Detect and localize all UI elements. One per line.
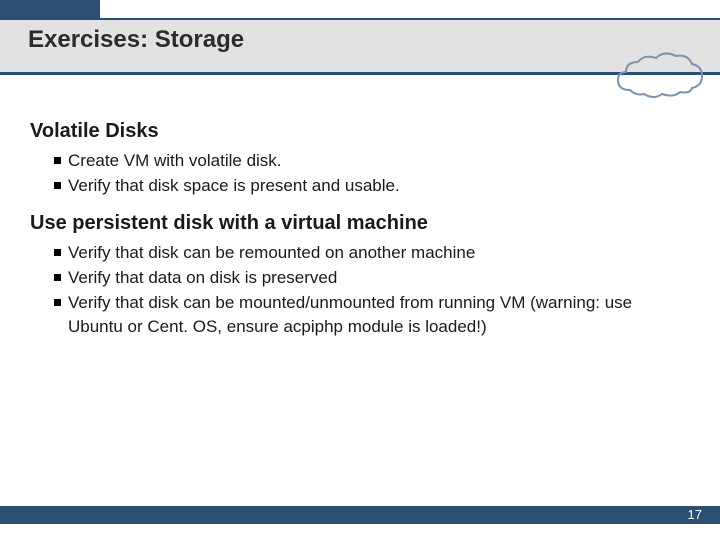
cloud-icon — [610, 50, 710, 100]
section-heading-2: Use persistent disk with a virtual machi… — [30, 212, 680, 235]
list-item: Verify that disk can be remounted on ano… — [54, 241, 680, 266]
list-item: Verify that disk space is present and us… — [54, 174, 680, 199]
content-area: Volatile Disks Create VM with volatile d… — [30, 108, 680, 354]
slide-title: Exercises: Storage — [28, 26, 244, 54]
bullet-list-2: Verify that disk can be remounted on ano… — [30, 241, 680, 340]
list-item: Create VM with volatile disk. — [54, 149, 680, 174]
top-accent-tab — [0, 0, 100, 18]
page-number: 17 — [688, 507, 702, 522]
list-item: Verify that data on disk is preserved — [54, 266, 680, 291]
bullet-list-1: Create VM with volatile disk. Verify tha… — [30, 149, 680, 198]
section-heading-1: Volatile Disks — [30, 120, 680, 143]
footer-bar — [0, 506, 720, 524]
list-item: Verify that disk can be mounted/unmounte… — [54, 291, 680, 340]
